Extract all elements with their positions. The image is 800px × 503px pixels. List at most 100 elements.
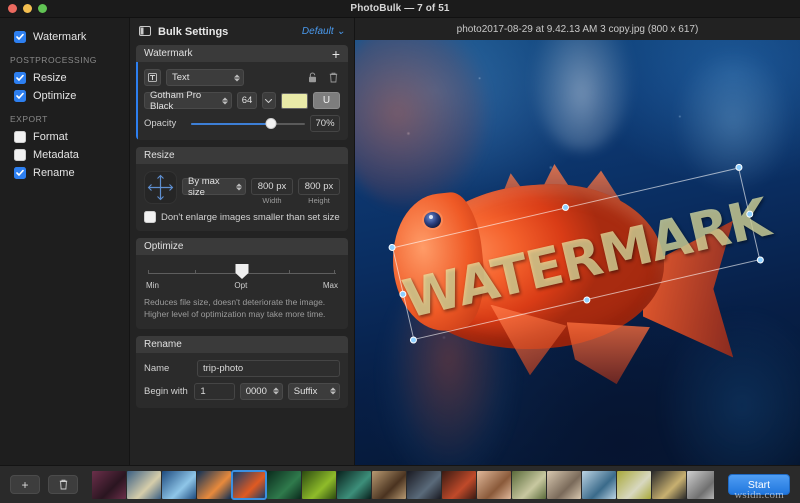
rename-begin-value: 1	[200, 386, 205, 397]
optimize-panel-body: Min Opt Max Reduces file size, doesn't d…	[136, 255, 348, 329]
thumbnail-selected[interactable]	[232, 471, 266, 499]
thumbnail[interactable]	[477, 471, 511, 499]
rename-panel-header: Rename	[136, 336, 348, 353]
optimize-max-label: Max	[323, 281, 338, 290]
opacity-slider[interactable]	[191, 117, 305, 131]
thumbnail[interactable]	[197, 471, 231, 499]
sidebar-item-label: Resize	[33, 72, 67, 84]
thumbnail[interactable]	[267, 471, 301, 499]
resize-width-field[interactable]: 800 px	[251, 178, 293, 195]
opacity-value-field[interactable]: 70%	[310, 115, 340, 132]
window-title: PhotoBulk — 7 of 51	[0, 3, 800, 14]
resize-handle-top-center[interactable]	[561, 203, 569, 211]
opacity-label: Opacity	[144, 118, 186, 129]
thumbnail[interactable]	[162, 471, 196, 499]
resize-handle-bottom-left[interactable]	[409, 336, 417, 344]
stepper-icon	[330, 388, 336, 395]
rename-begin-input[interactable]: 1	[194, 383, 234, 400]
rename-position-select[interactable]: Suffix	[288, 383, 340, 400]
close-button[interactable]	[8, 4, 17, 13]
optimize-slider[interactable]	[148, 264, 336, 280]
font-family-select[interactable]: Gotham Pro Black	[144, 92, 232, 109]
slider-knob[interactable]	[265, 118, 276, 129]
format-checkbox[interactable]	[14, 131, 26, 143]
resize-handle-middle-right[interactable]	[745, 209, 753, 217]
watermark-color-swatch[interactable]	[281, 93, 308, 109]
thumbnail[interactable]	[127, 471, 161, 499]
stepper-icon	[273, 388, 279, 395]
optimize-slider-thumb[interactable]	[236, 264, 249, 279]
preview-photo: WATERMARK	[355, 40, 800, 465]
trash-icon[interactable]	[327, 71, 340, 84]
no-enlarge-checkbox[interactable]	[144, 211, 156, 223]
resize-handle-middle-left[interactable]	[398, 289, 406, 297]
optimize-checkbox[interactable]	[14, 90, 26, 102]
thumbnail[interactable]	[337, 471, 371, 499]
rename-name-input[interactable]: trip-photo	[197, 360, 340, 377]
zoom-button[interactable]	[38, 4, 47, 13]
resize-handle-bottom-center[interactable]	[582, 296, 590, 304]
watermark-overlay[interactable]: WATERMARK	[400, 185, 756, 338]
thumbnail[interactable]	[512, 471, 546, 499]
optimize-panel-header: Optimize	[136, 238, 348, 255]
watermark-checkbox[interactable]	[14, 31, 26, 43]
sidebar-group-export: EXPORT	[0, 105, 129, 128]
optimize-description-line2: Higher level of optimization may take mo…	[144, 308, 340, 320]
thumbnail[interactable]	[372, 471, 406, 499]
bottom-toolbar: + Start wsidn.com	[0, 465, 800, 503]
rename-digits-select[interactable]: 0000	[240, 383, 283, 400]
opacity-value: 70%	[316, 118, 335, 129]
sidebar-item-label: Watermark	[33, 31, 86, 43]
font-size-dropdown[interactable]	[262, 92, 276, 109]
rename-checkbox[interactable]	[14, 167, 26, 179]
resize-handle-bottom-right[interactable]	[756, 256, 764, 264]
metadata-checkbox[interactable]	[14, 149, 26, 161]
resize-panel-body: By max size 800 px Width	[136, 164, 348, 231]
thumbnail[interactable]	[407, 471, 441, 499]
minimize-button[interactable]	[23, 4, 32, 13]
font-family-value: Gotham Pro Black	[150, 90, 216, 112]
thumbnail[interactable]	[92, 471, 126, 499]
resize-checkbox[interactable]	[14, 72, 26, 84]
thumbnail[interactable]	[687, 471, 714, 499]
start-button[interactable]: Start	[728, 474, 790, 495]
text-style-button[interactable]: U	[313, 92, 340, 109]
thumbnail[interactable]	[617, 471, 651, 499]
resize-height-field[interactable]: 800 px	[298, 178, 340, 195]
sidebar-item-watermark[interactable]: Watermark	[0, 28, 129, 46]
font-size-field[interactable]: 64	[237, 92, 257, 109]
resize-panel-header: Resize	[136, 147, 348, 164]
sidebar-item-metadata[interactable]: Metadata	[0, 146, 129, 164]
thumbnail[interactable]	[652, 471, 686, 499]
thumbnail-filmstrip[interactable]	[92, 470, 714, 500]
sidebar-toggle-icon[interactable]	[139, 23, 151, 41]
add-files-button[interactable]: +	[10, 475, 40, 494]
sidebar-item-resize[interactable]: Resize	[0, 69, 129, 87]
chevron-down-icon: ⌄	[337, 26, 345, 37]
sidebar-item-rename[interactable]: Rename	[0, 164, 129, 182]
resize-handle-top-left[interactable]	[387, 243, 395, 251]
rename-name-value: trip-photo	[203, 363, 243, 374]
photobulk-window: PhotoBulk — 7 of 51 Watermark POSTPROCES…	[0, 0, 800, 503]
thumbnail[interactable]	[442, 471, 476, 499]
no-enlarge-row[interactable]: Don't enlarge images smaller than set si…	[144, 211, 340, 223]
delete-file-button[interactable]	[48, 475, 78, 494]
watermark-type-select[interactable]: Text	[166, 69, 244, 86]
sidebar-group-postprocessing: POSTPROCESSING	[0, 46, 129, 69]
thumbnail[interactable]	[582, 471, 616, 499]
trash-icon	[59, 479, 68, 490]
thumbnail[interactable]	[302, 471, 336, 499]
resize-crosshair-icon	[144, 171, 177, 204]
sidebar-item-optimize[interactable]: Optimize	[0, 87, 129, 105]
stepper-icon	[234, 74, 240, 81]
add-watermark-button[interactable]: +	[332, 47, 340, 61]
preset-dropdown[interactable]: Default ⌄	[302, 26, 345, 37]
resize-handle-top-right[interactable]	[734, 163, 742, 171]
lock-icon[interactable]	[306, 71, 319, 84]
preview-image-wrap[interactable]: WATERMARK	[355, 40, 800, 465]
rename-begin-label: Begin with	[144, 386, 189, 397]
resize-mode-select[interactable]: By max size	[182, 178, 246, 195]
sidebar-item-format[interactable]: Format	[0, 128, 129, 146]
thumbnail[interactable]	[547, 471, 581, 499]
watermark-panel-body: Text	[136, 62, 348, 140]
